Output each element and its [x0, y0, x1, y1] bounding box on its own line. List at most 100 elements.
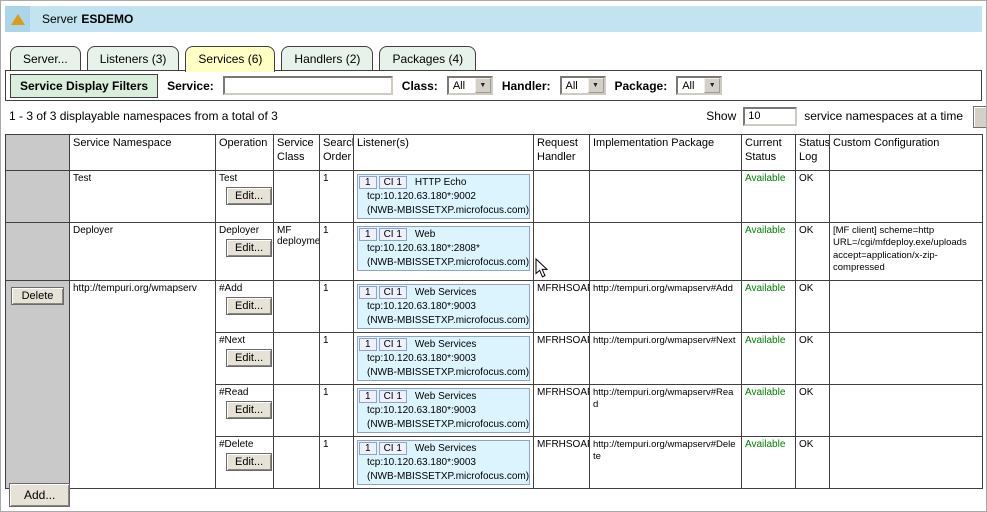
listener-name: Web	[411, 229, 439, 240]
search-order-cell: 1	[320, 223, 354, 281]
operation-name: Test	[219, 173, 270, 184]
results-summary: 1 - 3 of 3 displayable namespaces from a…	[9, 109, 278, 123]
listener-cell: 1 CI 1 Web Services tcp:10.120.63.180*:9…	[354, 437, 534, 489]
operation-cell: #Next Edit...	[216, 333, 274, 385]
chevron-down-icon: ▼	[475, 78, 491, 93]
column-header-search-order: Search Order	[320, 135, 354, 171]
table-header-row: Service Namespace Operation Service Clas…	[6, 135, 983, 171]
operation-cell: #Add Edit...	[216, 281, 274, 333]
listener-cell: 1 CI 1 Web Services tcp:10.120.63.180*:9…	[354, 385, 534, 437]
server-name: ESDEMO	[81, 12, 133, 26]
service-filter-input[interactable]	[223, 76, 393, 95]
column-header-current-status: Current Status	[742, 135, 796, 171]
handler-filter-select[interactable]: All ▼	[560, 76, 606, 95]
current-status-cell: Available	[742, 223, 796, 281]
action-cell	[6, 171, 70, 223]
services-table: Service Namespace Operation Service Clas…	[5, 134, 983, 489]
search-order-cell: 1	[320, 281, 354, 333]
service-class-cell: MF deployment	[274, 223, 320, 281]
listener-address: tcp:10.120.63.180*:9003	[358, 456, 529, 470]
operation-name: #Add	[219, 283, 270, 294]
edit-button[interactable]: Edit...	[226, 401, 272, 419]
search-order-cell: 1	[320, 437, 354, 489]
status-log-cell: OK	[796, 171, 830, 223]
handler-filter-value: All	[562, 80, 588, 92]
chevron-down-icon: ▼	[704, 78, 720, 93]
listener-name: Web Services	[411, 443, 481, 454]
request-handler-cell: MFRHSOAP	[534, 385, 590, 437]
column-header-status-log: Status Log	[796, 135, 830, 171]
listener-host: (NWB-MBISSETXP.microfocus.com)	[358, 470, 529, 484]
search-order-cell: 1	[320, 333, 354, 385]
tab-services[interactable]: Services (6)	[185, 46, 275, 72]
edit-button[interactable]: Edit...	[226, 187, 272, 205]
listener-address: tcp:10.120.63.180*:2808*	[358, 242, 529, 256]
operation-cell: #Delete Edit...	[216, 437, 274, 489]
current-status-cell: Available	[742, 437, 796, 489]
table-row: Delete http://tempuri.org/wmapserv #Add …	[6, 281, 983, 333]
listener-host: (NWB-MBISSETXP.microfocus.com)	[358, 366, 529, 380]
triangle-up-icon	[11, 14, 25, 25]
listener-host: (NWB-MBISSETXP.microfocus.com)	[358, 418, 529, 432]
mouse-cursor	[535, 258, 549, 279]
page-size-input[interactable]	[743, 107, 797, 126]
tab-bar: Server... Listeners (3) Services (6) Han…	[10, 46, 476, 73]
edit-button[interactable]: Edit...	[226, 297, 272, 315]
add-service-button[interactable]: Add...	[9, 483, 70, 507]
status-log-cell: OK	[796, 385, 830, 437]
package-filter-select[interactable]: All ▼	[676, 76, 722, 95]
listener-address: tcp:10.120.63.180*:9003	[358, 352, 529, 366]
tab-packages[interactable]: Packages (4)	[379, 46, 476, 70]
listener-index: 1	[359, 338, 377, 351]
column-header-operation: Operation	[216, 135, 274, 171]
listener-channel: CI 1	[379, 228, 407, 241]
listener-name: Web Services	[411, 391, 481, 402]
edit-button[interactable]: Edit...	[226, 239, 272, 257]
edit-button[interactable]: Edit...	[226, 349, 272, 367]
listener-title-row: 1 CI 1 HTTP Echo	[358, 175, 529, 190]
collapse-section-button[interactable]	[5, 6, 30, 32]
package-filter-label: Package:	[615, 79, 668, 93]
listener-box: 1 CI 1 Web Services tcp:10.120.63.180*:9…	[357, 388, 530, 433]
tab-server[interactable]: Server...	[10, 46, 81, 70]
tab-handlers[interactable]: Handlers (2)	[281, 46, 373, 70]
search-order-cell: 1	[320, 171, 354, 223]
implementation-package-cell: http://tempuri.org/wmapserv#Read	[590, 385, 742, 437]
custom-configuration-cell: [MF client] scheme=http URL=/cgi/mfdeplo…	[830, 223, 983, 281]
current-status-cell: Available	[742, 171, 796, 223]
custom-configuration-cell	[830, 281, 983, 333]
action-cell	[6, 223, 70, 281]
listener-channel: CI 1	[379, 176, 407, 189]
delete-button[interactable]: Delete	[11, 287, 65, 305]
apply-page-size-button[interactable]	[973, 106, 987, 128]
implementation-package-cell	[590, 171, 742, 223]
implementation-package-cell: http://tempuri.org/wmapserv#Delete	[590, 437, 742, 489]
request-handler-cell: MFRHSOAP	[534, 281, 590, 333]
service-class-cell	[274, 281, 320, 333]
listener-channel: CI 1	[379, 286, 407, 299]
implementation-package-cell: http://tempuri.org/wmapserv#Next	[590, 333, 742, 385]
listener-box: 1 CI 1 Web Services tcp:10.120.63.180*:9…	[357, 284, 530, 329]
listener-address: tcp:10.120.63.180*:9003	[358, 404, 529, 418]
listener-channel: CI 1	[379, 390, 407, 403]
listener-box: 1 CI 1 Web Services tcp:10.120.63.180*:9…	[357, 440, 530, 485]
implementation-package-cell	[590, 223, 742, 281]
page-size-control: Show service namespaces at a time	[706, 107, 963, 126]
listener-index: 1	[359, 442, 377, 455]
listener-index: 1	[359, 286, 377, 299]
custom-configuration-cell	[830, 333, 983, 385]
listener-cell: 1 CI 1 Web tcp:10.120.63.180*:2808* (NWB…	[354, 223, 534, 281]
listener-address: tcp:10.120.63.180*:9003	[358, 300, 529, 314]
table-row: Deployer Deployer Edit... MF deployment …	[6, 223, 983, 281]
tab-listeners[interactable]: Listeners (3)	[87, 46, 180, 70]
request-handler-cell: MFRHSOAP	[534, 333, 590, 385]
listener-index: 1	[359, 176, 377, 189]
listener-title-row: 1 CI 1 Web Services	[358, 285, 529, 300]
status-log-cell: OK	[796, 437, 830, 489]
class-filter-select[interactable]: All ▼	[447, 76, 493, 95]
column-header-custom-configuration: Custom Configuration	[830, 135, 983, 171]
edit-button[interactable]: Edit...	[226, 453, 272, 471]
operation-name: #Next	[219, 335, 270, 346]
listener-title-row: 1 CI 1 Web Services	[358, 441, 529, 456]
column-header-action	[6, 135, 70, 171]
